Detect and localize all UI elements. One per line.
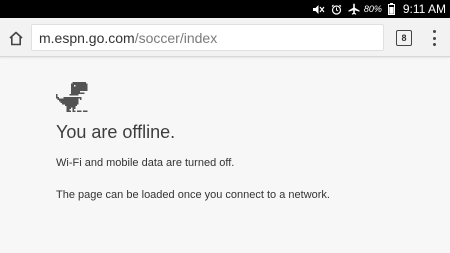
status-icons: 80% 9:11 AM — [312, 0, 446, 18]
overflow-menu-button[interactable] — [428, 28, 440, 48]
tab-switcher-button[interactable]: 8 — [396, 30, 412, 46]
menu-dot-icon — [432, 30, 436, 33]
battery-percent: 80% — [363, 4, 382, 14]
battery-icon — [387, 3, 395, 15]
offline-message: Wi-Fi and mobile data are turned off. — [56, 157, 235, 169]
airplane-mode-icon — [348, 3, 360, 15]
clock: 9:11 AM — [402, 2, 446, 16]
page-title: You are offline. — [56, 122, 176, 142]
menu-dot-icon — [432, 36, 436, 40]
mute-icon — [312, 4, 325, 15]
browser-toolbar: m.espn.go.com/soccer/index 8 — [0, 18, 450, 57]
alarm-icon — [331, 4, 342, 15]
url-bar[interactable]: m.espn.go.com/soccer/index — [31, 24, 384, 51]
status-bar: 80% 9:11 AM — [0, 0, 450, 18]
home-button[interactable] — [6, 28, 26, 48]
menu-dot-icon — [432, 43, 436, 46]
home-icon — [9, 31, 23, 45]
offline-page: You are offline. Wi-Fi and mobile data a… — [0, 58, 450, 253]
url-path: /soccer/index — [134, 29, 218, 46]
offline-hint: The page can be loaded once you connect … — [56, 189, 330, 201]
offline-dinosaur-icon — [56, 82, 88, 112]
tab-count: 8 — [401, 33, 407, 43]
url-host: m.espn.go.com — [39, 29, 135, 46]
